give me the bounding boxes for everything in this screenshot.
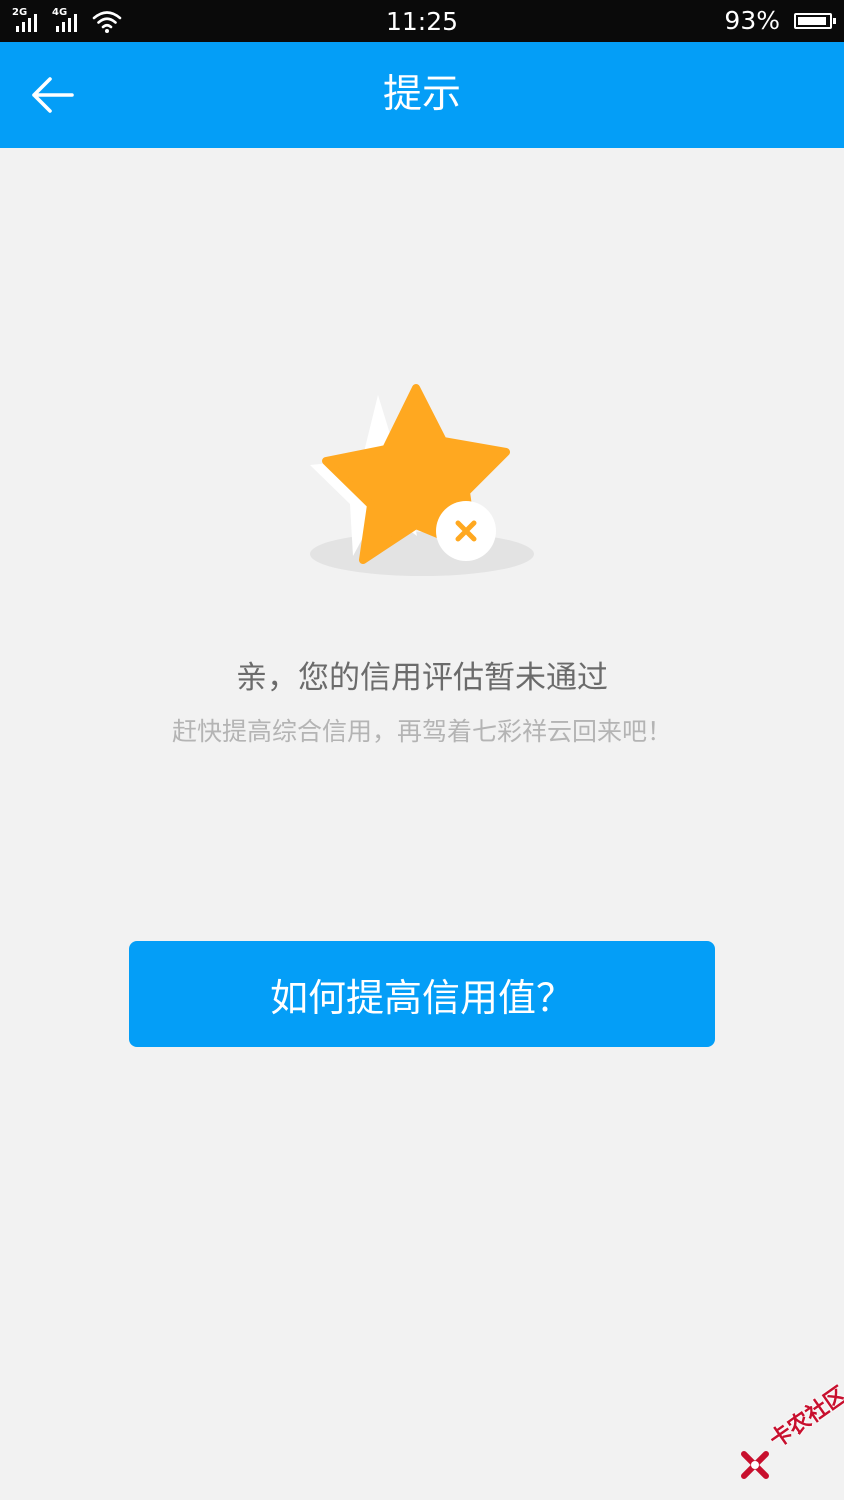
battery-percentage: 93% <box>724 6 780 35</box>
status-bar: 2G 4G 11:25 93% <box>0 0 844 42</box>
clock: 11:25 <box>385 7 459 36</box>
improve-credit-button[interactable]: 如何提高信用值？ <box>129 941 715 1047</box>
watermark: 卡农社区 <box>736 1382 844 1482</box>
watermark-text: 卡农社区 <box>765 1382 844 1454</box>
page-title: 提示 <box>382 72 461 117</box>
app-bar: 提示 <box>0 42 844 148</box>
arrow-left-icon <box>32 77 74 113</box>
message-subtitle: 赶快提高综合信用，再驾着七彩祥云回来吧！ <box>171 717 672 746</box>
message-title: 亲，您的信用评估暂未通过 <box>236 660 608 696</box>
watermark-logo-icon <box>741 1451 769 1479</box>
star-with-x-icon <box>310 384 534 576</box>
battery-icon <box>794 13 836 29</box>
back-button[interactable] <box>14 59 90 131</box>
battery-indicator: 93% <box>724 0 836 42</box>
